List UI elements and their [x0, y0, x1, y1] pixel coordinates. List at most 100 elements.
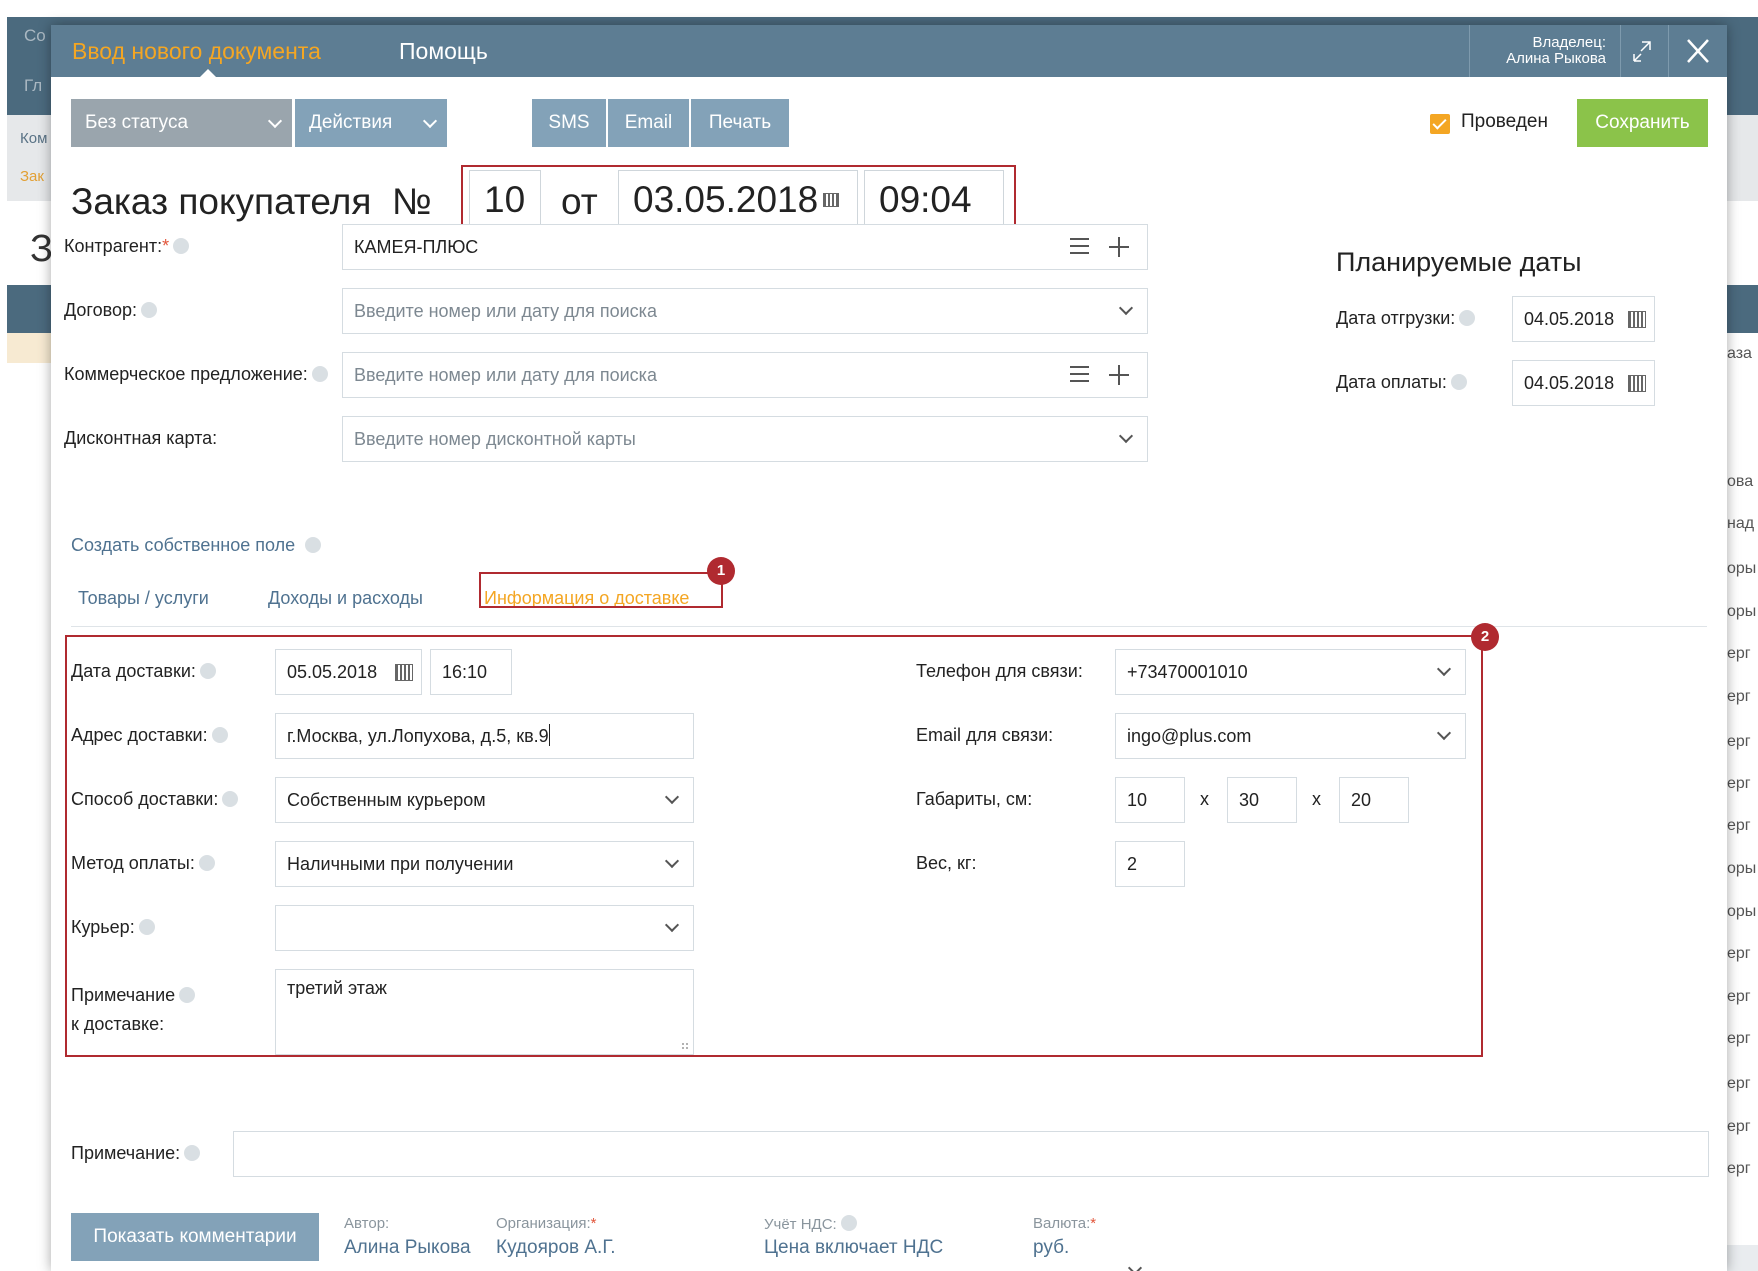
- discount-card-select[interactable]: Введите номер дисконтной карты: [342, 416, 1148, 462]
- organization-caption: Организация:*: [496, 1215, 596, 1232]
- email-button[interactable]: Email: [608, 99, 689, 147]
- required-marker: *: [590, 1215, 597, 1232]
- print-button[interactable]: Печать: [691, 99, 789, 147]
- document-number-input[interactable]: 10: [469, 170, 541, 230]
- offer-input[interactable]: Введите номер или дату для поиска: [342, 352, 1148, 398]
- from-label: от: [561, 181, 598, 222]
- counterparty-label: Контрагент:*: [64, 236, 190, 257]
- status-value: Без статуса: [85, 112, 189, 133]
- document-date-value: 03.05.2018: [633, 179, 819, 220]
- delivery-method-select[interactable]: Собственным курьером: [275, 777, 694, 823]
- counterparty-value: КАМЕЯ-ПЛЮС: [354, 237, 479, 257]
- help-icon[interactable]: [138, 919, 155, 935]
- payment-date-input[interactable]: 04.05.2018: [1512, 360, 1655, 406]
- contact-email-label: Email для связи:: [916, 725, 1054, 745]
- delivery-address-input[interactable]: г.Москва, ул.Лопухова, д.5, кв.9: [275, 713, 694, 759]
- delivery-date-value: 05.05.2018: [287, 662, 378, 682]
- list-icon[interactable]: [1070, 366, 1089, 382]
- calendar-icon[interactable]: [823, 193, 839, 207]
- sms-button[interactable]: SMS: [532, 99, 606, 147]
- plus-icon[interactable]: [1109, 237, 1129, 257]
- dimension-length-input[interactable]: 10: [1115, 777, 1185, 823]
- document-time-input[interactable]: 09:04: [864, 170, 1004, 230]
- list-icon[interactable]: [1070, 238, 1089, 254]
- help-icon[interactable]: [840, 1215, 857, 1231]
- organization-caption-text: Организация:: [496, 1215, 591, 1232]
- organization-value[interactable]: Кудояров А.Г.: [496, 1237, 616, 1259]
- weight-label: Вес, кг:: [916, 853, 977, 873]
- status-select[interactable]: Без статуса: [71, 99, 292, 147]
- author-value[interactable]: Алина Рыкова: [344, 1237, 471, 1259]
- delivery-address-label: Адрес доставки:: [71, 725, 228, 746]
- delivery-date-input[interactable]: 05.05.2018: [275, 649, 422, 695]
- tab-goods-services[interactable]: Товары / услуги: [78, 588, 209, 609]
- document-title: Заказ покупателя №: [71, 181, 432, 222]
- contact-email-select[interactable]: ingo@plus.com: [1115, 713, 1466, 759]
- vat-value[interactable]: Цена включает НДС: [764, 1237, 943, 1259]
- chevron-down-icon[interactable]: [1127, 1260, 1143, 1271]
- plus-icon[interactable]: [1109, 365, 1129, 385]
- help-icon[interactable]: [179, 987, 196, 1003]
- help-icon[interactable]: [198, 855, 215, 871]
- help-icon[interactable]: [1459, 310, 1476, 326]
- delivery-note-textarea[interactable]: третий этаж: [275, 969, 694, 1055]
- document-date-input[interactable]: 03.05.2018: [618, 170, 858, 230]
- dimensions-label: Габариты, см:: [916, 789, 1033, 809]
- help-icon[interactable]: [1450, 374, 1467, 390]
- background-list-item: ерг: [1727, 1075, 1751, 1092]
- chevron-down-icon: [1118, 428, 1134, 444]
- help-icon[interactable]: [199, 663, 216, 679]
- currency-value[interactable]: руб.: [1033, 1237, 1069, 1259]
- help-icon[interactable]: [184, 1145, 201, 1161]
- calendar-icon[interactable]: [395, 664, 413, 681]
- shipment-date-input[interactable]: 04.05.2018: [1512, 296, 1655, 342]
- annotation-marker-2: 2: [1471, 623, 1499, 651]
- calendar-icon[interactable]: [1628, 375, 1646, 392]
- help-icon[interactable]: [222, 791, 239, 807]
- discount-card-label: Дисконтная карта:: [64, 428, 218, 448]
- background-list-item: ерг: [1727, 817, 1751, 834]
- counterparty-input[interactable]: КАМЕЯ-ПЛЮС: [342, 224, 1148, 270]
- contact-phone-value: +73470001010: [1127, 662, 1248, 682]
- courier-select[interactable]: [275, 905, 694, 951]
- note-input[interactable]: [233, 1131, 1709, 1177]
- background-list-item: аза: [1727, 345, 1752, 362]
- background-breadcrumb: Ком: [20, 130, 48, 147]
- background-top-text: Co: [24, 26, 46, 45]
- contact-phone-select[interactable]: +73470001010: [1115, 649, 1466, 695]
- create-custom-field-link[interactable]: Создать собственное поле: [71, 535, 322, 556]
- annotation-marker-1: 1: [707, 557, 735, 585]
- resize-handle-icon[interactable]: [681, 1042, 689, 1050]
- show-comments-button[interactable]: Показать комментарии: [71, 1213, 319, 1261]
- save-button[interactable]: Сохранить: [1577, 99, 1708, 147]
- note-label-text: Примечание:: [71, 1143, 181, 1163]
- weight-input[interactable]: 2: [1115, 841, 1185, 887]
- new-document-modal: Ввод нового документа Помощь Владелец: А…: [51, 25, 1727, 1271]
- owner-info[interactable]: Владелец: Алина Рыкова: [1469, 25, 1621, 77]
- chevron-down-icon: [1436, 725, 1452, 741]
- payment-method-select[interactable]: Наличными при получении: [275, 841, 694, 887]
- dimension-width-input[interactable]: 30: [1227, 777, 1297, 823]
- help-icon[interactable]: [140, 302, 157, 318]
- background-table-header: [7, 285, 52, 333]
- help-icon[interactable]: [311, 366, 328, 382]
- owner-name: Алина Рыкова: [1506, 50, 1606, 67]
- expand-button[interactable]: [1621, 25, 1669, 77]
- dimension-height-input[interactable]: 20: [1339, 777, 1409, 823]
- background-list-item: ова: [1727, 473, 1754, 490]
- actions-button[interactable]: Действия: [295, 99, 447, 147]
- help-icon[interactable]: [305, 537, 322, 553]
- help-icon[interactable]: [211, 727, 228, 743]
- modal-header: Ввод нового документа Помощь Владелец: А…: [51, 25, 1727, 78]
- help-icon[interactable]: [173, 238, 190, 254]
- calendar-icon[interactable]: [1628, 311, 1646, 328]
- help-link[interactable]: Помощь: [399, 38, 488, 65]
- posted-checkbox[interactable]: [1430, 114, 1450, 134]
- contract-select[interactable]: Введите номер или дату для поиска: [342, 288, 1148, 334]
- posted-label[interactable]: Проведен: [1461, 111, 1548, 133]
- delivery-time-input[interactable]: 16:10: [430, 649, 512, 695]
- modal-title: Ввод нового документа: [72, 38, 321, 64]
- tab-income-expenses[interactable]: Доходы и расходы: [268, 588, 423, 609]
- chevron-down-icon: [664, 853, 680, 869]
- close-button[interactable]: [1669, 25, 1727, 77]
